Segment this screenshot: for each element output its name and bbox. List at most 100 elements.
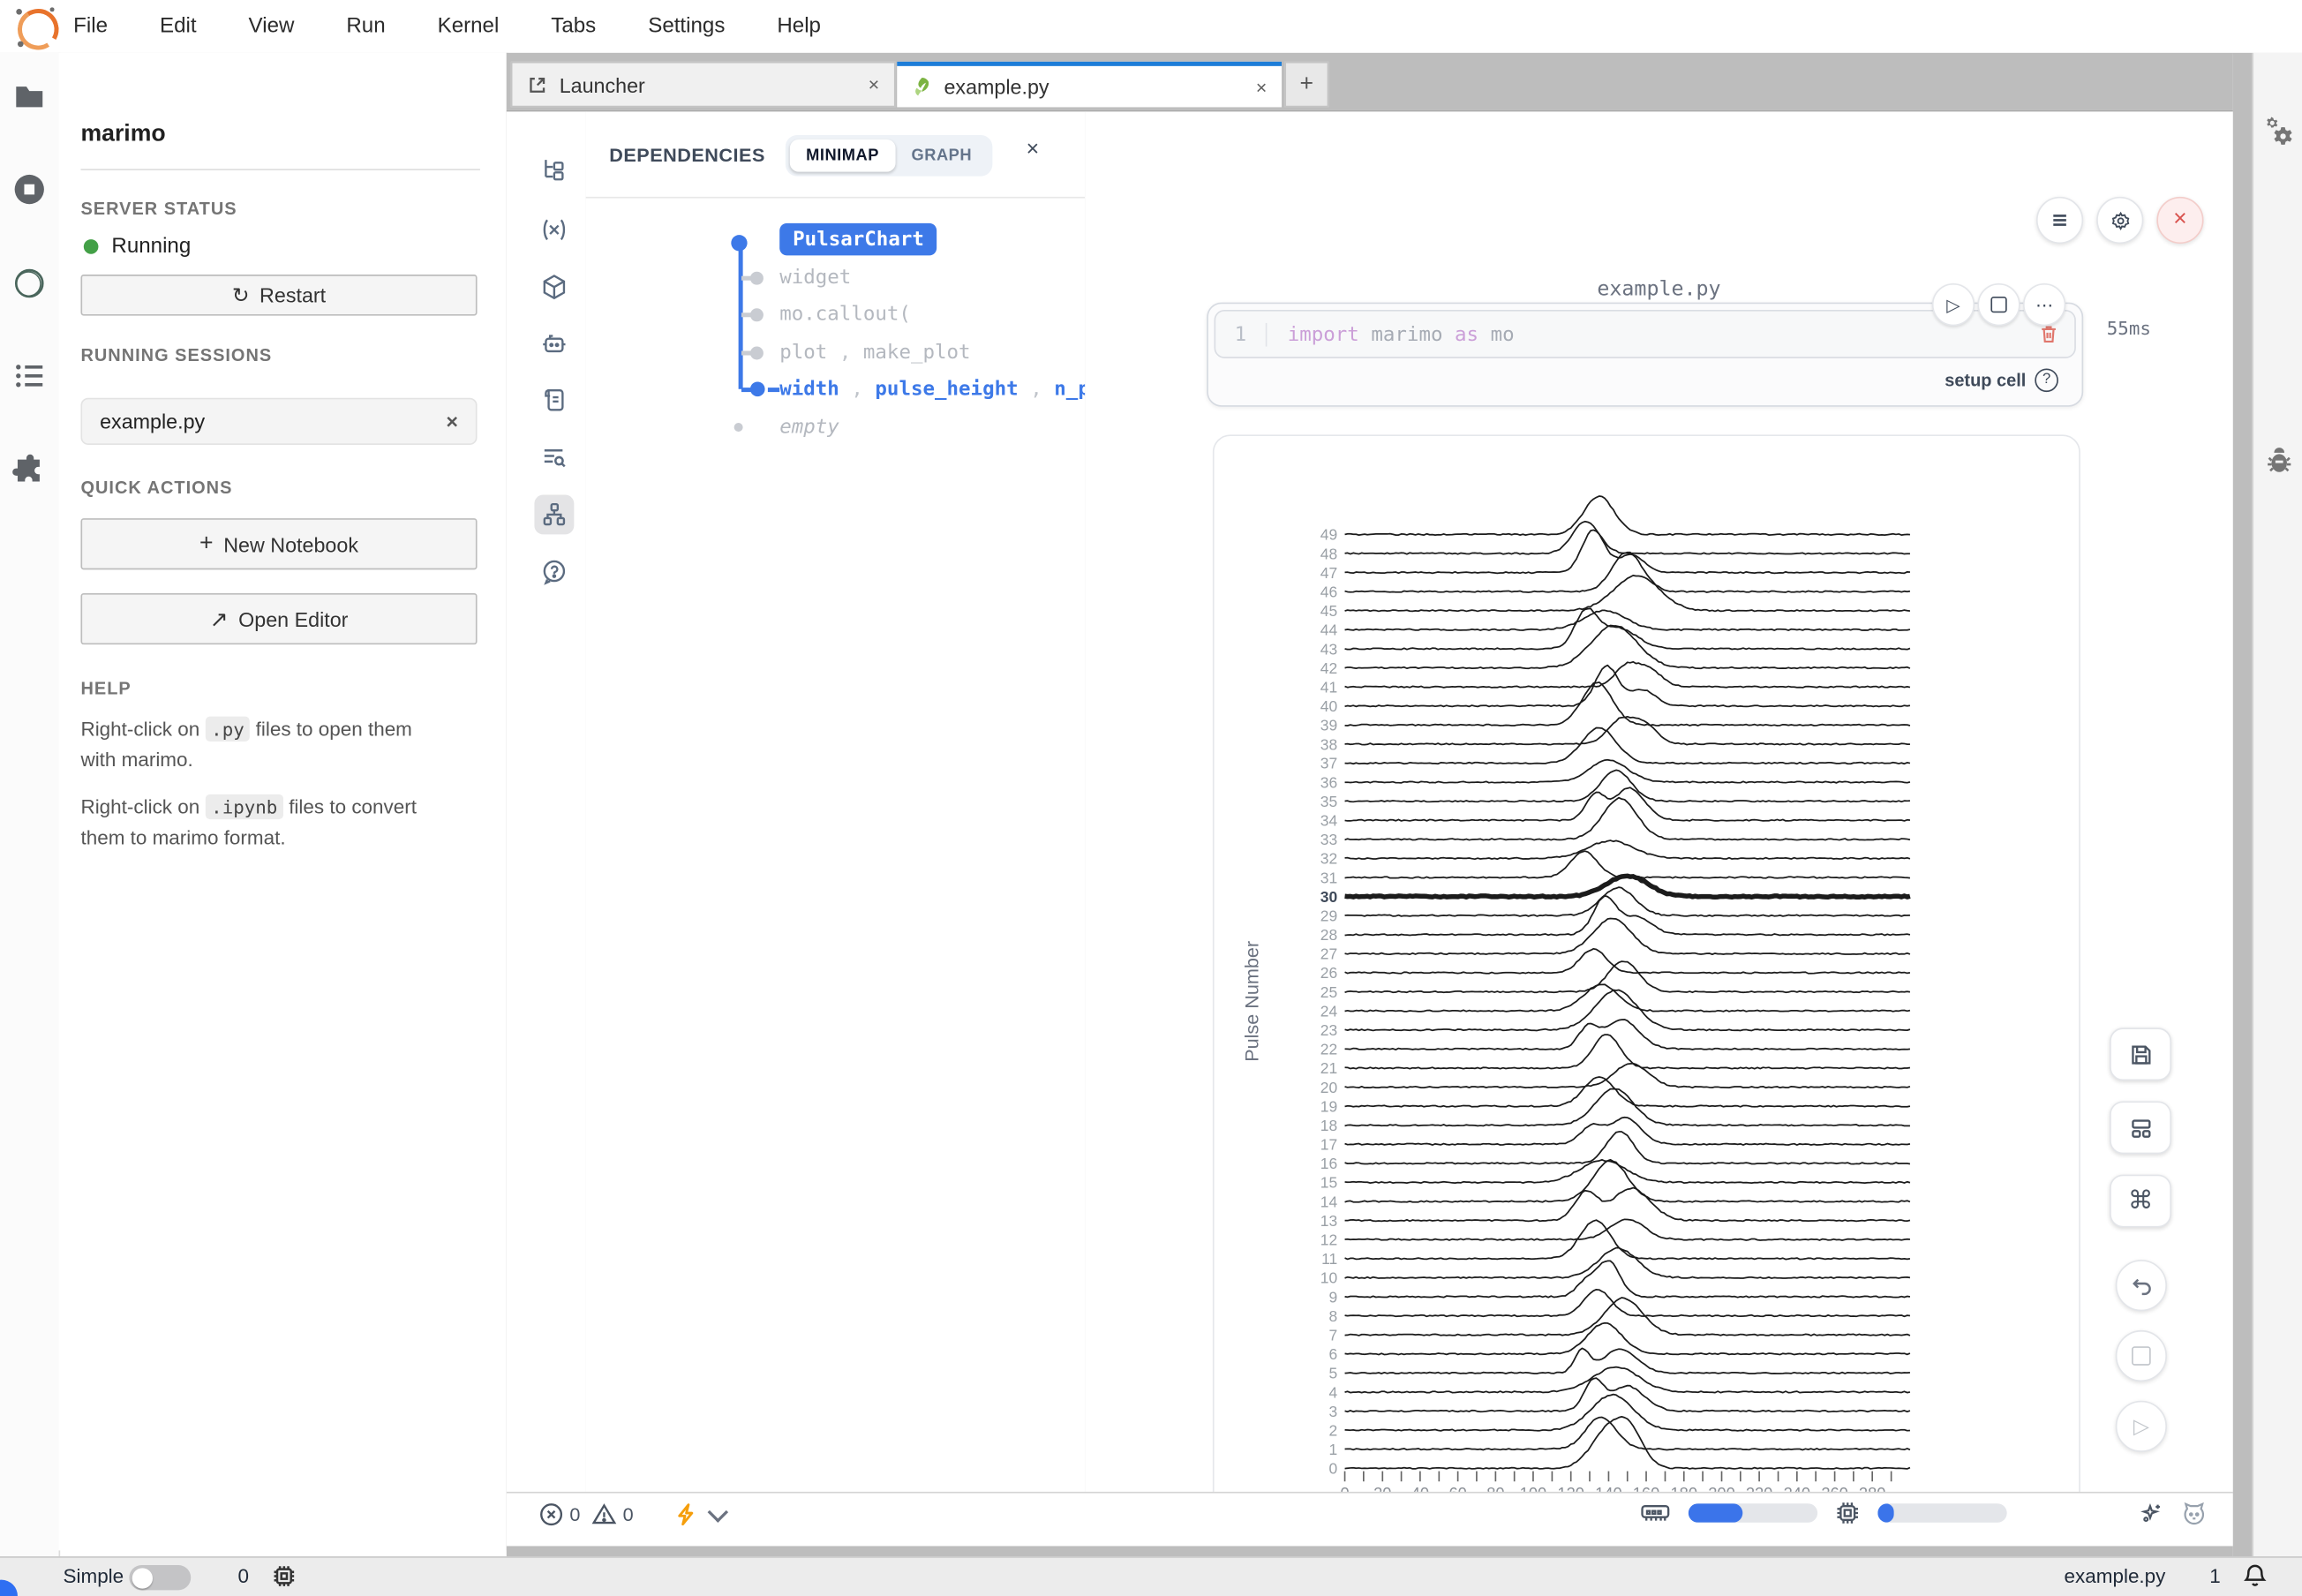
app-logo-icon[interactable] (15, 6, 59, 50)
menu-view[interactable]: View (249, 0, 295, 53)
new-notebook-button[interactable]: + New Notebook (80, 518, 477, 569)
close-tab-icon[interactable]: × (1256, 76, 1268, 98)
svg-text:Pulse Number: Pulse Number (1240, 941, 1262, 1062)
svg-text:16: 16 (1320, 1155, 1337, 1172)
command-palette-button[interactable]: ⌘ (2110, 1175, 2171, 1228)
delete-cell-icon[interactable] (2038, 323, 2060, 345)
svg-text:29: 29 (1320, 907, 1337, 925)
statusbar-filename[interactable]: example.py (2065, 1565, 2166, 1587)
running-kernels-icon[interactable] (11, 172, 47, 207)
stop-cell-button[interactable] (1977, 283, 2020, 326)
bolt-icon[interactable] (674, 1502, 699, 1527)
chevron-down-icon[interactable] (708, 1502, 729, 1523)
close-session-icon[interactable]: × (446, 410, 458, 433)
dep-row-empty[interactable]: empty (779, 416, 839, 440)
menu-tabs[interactable]: Tabs (551, 0, 596, 53)
dep-row-widget[interactable]: widget (779, 266, 851, 290)
menu-kernel[interactable]: Kernel (438, 0, 500, 53)
status-dot (84, 239, 99, 254)
dep-row-callout[interactable]: mo.callout( (779, 303, 911, 327)
svg-text:5: 5 (1329, 1365, 1338, 1382)
logs-icon[interactable] (534, 380, 574, 420)
svg-text:25: 25 (1320, 983, 1337, 1001)
run-cell-button[interactable]: ▷ (1932, 283, 1975, 326)
svg-text:4: 4 (1329, 1383, 1338, 1401)
open-editor-button[interactable]: ↗ Open Editor (80, 593, 477, 644)
property-inspector-icon[interactable] (2262, 115, 2296, 148)
session-item[interactable]: example.py × (80, 398, 477, 445)
file-tree-icon[interactable] (534, 151, 574, 191)
warnings-icon[interactable]: 0 (592, 1502, 634, 1527)
errors-icon[interactable]: 0 (538, 1502, 580, 1527)
menu-file[interactable]: File (73, 0, 108, 53)
notebook-menu-button[interactable] (2036, 197, 2083, 244)
svg-text:19: 19 (1320, 1097, 1337, 1115)
main-dock: Launcher × example.py × + (507, 53, 2233, 1556)
dep-row-pulsarchart[interactable]: PulsarChart (779, 223, 937, 256)
marimo-sidebar-icon[interactable] (11, 266, 47, 301)
svg-text:26: 26 (1320, 964, 1337, 982)
menu-help[interactable]: Help (777, 0, 821, 53)
bell-icon[interactable] (2242, 1562, 2268, 1589)
scrollbar-track[interactable] (2233, 53, 2253, 1556)
svg-text:31: 31 (1320, 869, 1337, 886)
close-panel-icon[interactable]: × (1027, 137, 1040, 162)
dependencies-header: DEPENDENCIES MINIMAP GRAPH × (586, 111, 1086, 198)
toggle-graph[interactable]: GRAPH (895, 139, 988, 172)
tab-example-py[interactable]: example.py × (897, 62, 1282, 108)
svg-text:20: 20 (1320, 1079, 1338, 1096)
simple-mode-toggle[interactable] (129, 1565, 191, 1590)
run-all-button[interactable]: ▷ (2116, 1401, 2167, 1452)
debugger-bug-icon[interactable] (2264, 447, 2295, 478)
svg-text:13: 13 (1320, 1212, 1337, 1230)
svg-text:30: 30 (1320, 888, 1337, 906)
memory-usage-meter (1689, 1503, 1817, 1523)
table-of-contents-icon[interactable] (11, 358, 47, 394)
help-bubble-icon[interactable] (534, 552, 574, 591)
kernel-chip-icon[interactable] (272, 1563, 297, 1588)
ai-sparkle-icon[interactable] (2139, 1501, 2163, 1525)
dep-row-width[interactable]: width , pulse_height , n_poi (779, 377, 1114, 401)
restart-server-button[interactable]: ↻ Restart (80, 275, 477, 316)
toggle-minimap[interactable]: MINIMAP (790, 139, 895, 172)
new-tab-button[interactable]: + (1284, 62, 1328, 108)
cell-more-button[interactable]: ⋯ (2023, 283, 2065, 326)
interrupt-button[interactable] (2116, 1330, 2167, 1381)
menu-edit[interactable]: Edit (160, 0, 197, 53)
cell-code[interactable]: import marimo as mo (1288, 322, 1515, 346)
py-extension-chip: .py (206, 717, 251, 742)
svg-text:1: 1 (1329, 1441, 1338, 1458)
cat-assistant-icon[interactable] (2182, 1501, 2207, 1525)
shutdown-button[interactable]: × (2156, 197, 2203, 244)
menu-run[interactable]: Run (346, 0, 385, 53)
layout-panels-button[interactable] (2110, 1101, 2171, 1154)
svg-text:0: 0 (1329, 1460, 1338, 1478)
undo-button[interactable] (2116, 1260, 2167, 1311)
svg-text:36: 36 (1320, 773, 1337, 791)
file-browser-icon[interactable] (11, 79, 47, 115)
dock-content: DEPENDENCIES MINIMAP GRAPH × (507, 110, 2233, 1494)
scratchpad-search-icon[interactable] (534, 438, 574, 478)
menu-settings[interactable]: Settings (648, 0, 725, 53)
svg-text:32: 32 (1320, 850, 1337, 868)
packages-icon[interactable] (534, 267, 574, 307)
bottom-status-bar: Simple 0 example.py 1 (0, 1556, 2302, 1596)
ai-assistant-icon[interactable] (534, 325, 574, 365)
close-tab-icon[interactable]: × (869, 73, 880, 95)
dependencies-panel-icon[interactable] (534, 495, 574, 535)
help-paragraph-2: Right-click on .ipynb files to convert t… (80, 792, 492, 854)
notebook-settings-button[interactable] (2096, 197, 2143, 244)
extensions-icon[interactable] (11, 454, 47, 489)
tab-launcher[interactable]: Launcher × (511, 62, 896, 108)
svg-text:9: 9 (1329, 1288, 1338, 1306)
setup-help-icon[interactable]: ? (2035, 368, 2058, 392)
variables-icon[interactable] (534, 210, 574, 250)
chart-output-card: 0123456789101112131415161718192021222324… (1213, 434, 2080, 1493)
memory-icon (1640, 1502, 1671, 1524)
save-button[interactable] (2110, 1028, 2171, 1080)
cell-runtime: 55ms (2107, 317, 2151, 339)
marimo-leaf-icon (912, 76, 932, 96)
dep-row-plot[interactable]: plot , make_plot (779, 341, 970, 365)
svg-text:46: 46 (1320, 583, 1337, 600)
panel-title: marimo (80, 122, 165, 148)
